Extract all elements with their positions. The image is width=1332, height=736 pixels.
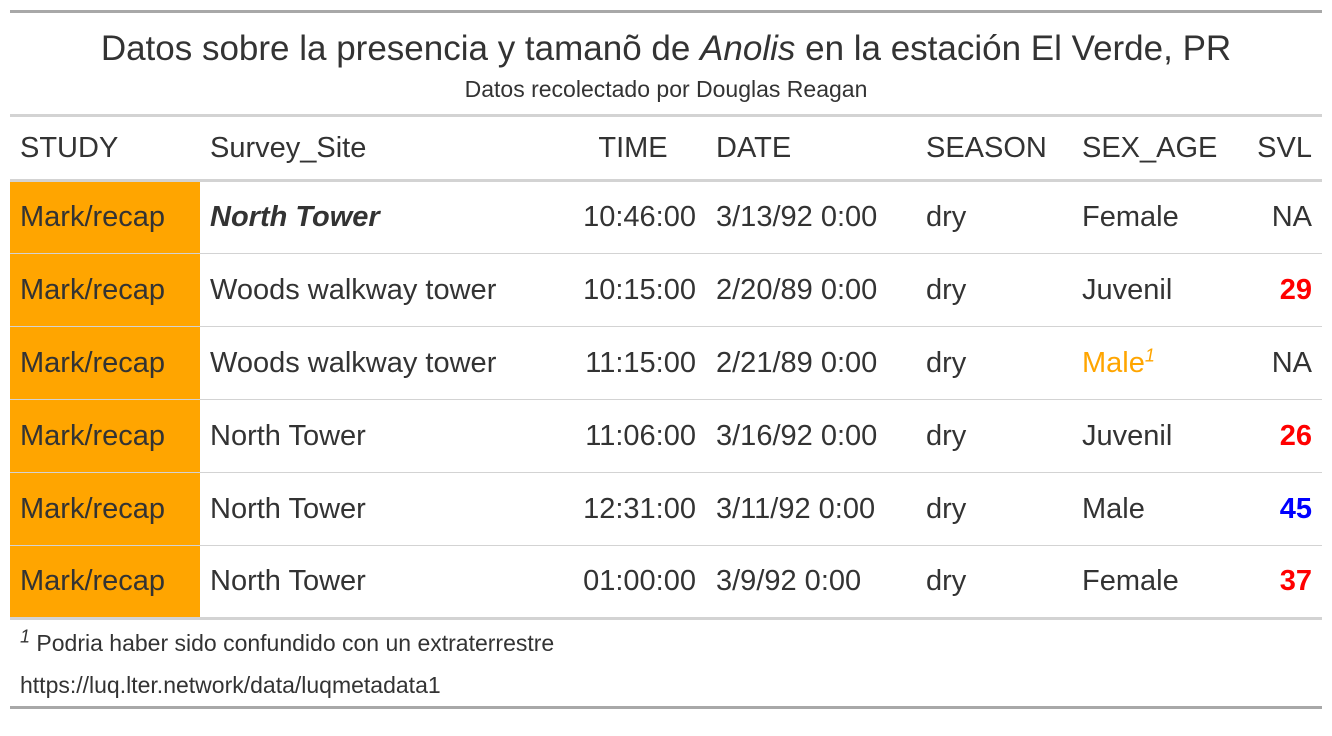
sex-age-value: Juvenil (1082, 273, 1173, 306)
cell-study: Mark/recap (10, 472, 200, 546)
cell-date: 3/9/92 0:00 (716, 565, 862, 597)
table-row: Mark/recap North Tower 12:31:00 3/11/92 … (10, 472, 1322, 546)
cell-season: dry (926, 273, 967, 306)
cell-season: dry (926, 346, 967, 379)
cell-time: 11:06:00 (585, 419, 696, 452)
col-header-date: DATE (716, 131, 792, 164)
top-rule (10, 10, 1322, 13)
cell-time: 10:15:00 (583, 273, 696, 306)
cell-sex-age: Female (1072, 181, 1244, 254)
table-subtitle: Datos recolectado por Douglas Reagan (464, 76, 868, 102)
table-title: Datos sobre la presencia y tamanõ de Ano… (10, 27, 1322, 71)
table-row: Mark/recap Woods walkway tower 11:15:00 … (10, 326, 1322, 400)
cell-survey-site: North Tower (210, 419, 366, 452)
cell-date: 2/20/89 0:00 (716, 273, 878, 306)
cell-season: dry (926, 565, 967, 597)
footnote-text: Podria haber sido confundido con un extr… (30, 630, 555, 656)
cell-study: Mark/recap (10, 399, 200, 473)
cell-svl: 26 (1279, 419, 1312, 452)
data-table: STUDY Survey_Site TIME DATE SEASON SEX_A… (10, 117, 1322, 620)
cell-svl: 45 (1279, 492, 1312, 525)
cell-survey-site: North Tower (210, 201, 380, 233)
bottom-rule (10, 706, 1322, 709)
cell-svl: 37 (1279, 565, 1312, 597)
table-row: Mark/recap Woods walkway tower 10:15:00 … (10, 253, 1322, 327)
cell-survey-site: North Tower (210, 565, 366, 597)
col-header-time: TIME (598, 131, 668, 164)
col-header-survey-site: Survey_Site (210, 131, 367, 164)
cell-date: 3/16/92 0:00 (716, 419, 878, 452)
cell-sex-age: Juvenil (1072, 400, 1244, 473)
header-row: STUDY Survey_Site TIME DATE SEASON SEX_A… (10, 117, 1322, 181)
cell-survey-site: Woods walkway tower (210, 346, 497, 379)
col-header-season: SEASON (926, 131, 1047, 164)
sex-age-value: Female (1082, 201, 1179, 233)
title-before: Datos sobre la presencia y tamanõ de (100, 29, 701, 68)
source-note: https://luq.lter.network/data/luqmetadat… (20, 672, 441, 698)
cell-study: Mark/recap (10, 326, 200, 400)
sex-age-value: Male (1082, 492, 1145, 525)
sex-age-value: Male (1082, 346, 1145, 379)
cell-svl: NA (1271, 346, 1312, 379)
sex-age-value: Female (1082, 565, 1179, 597)
cell-time: 12:31:00 (583, 492, 696, 525)
sex-age-value: Juvenil (1082, 419, 1173, 452)
col-header-sex-age: SEX_AGE (1082, 131, 1218, 164)
cell-survey-site: Woods walkway tower (210, 273, 497, 306)
title-italic: Anolis (700, 29, 796, 68)
cell-study: Mark/recap (10, 253, 200, 327)
cell-season: dry (926, 419, 967, 452)
cell-sex-age: Juvenil (1072, 254, 1244, 327)
cell-season: dry (926, 492, 967, 525)
cell-time: 10:46:00 (583, 201, 696, 233)
cell-sex-age: Female (1072, 546, 1244, 619)
cell-date: 2/21/89 0:00 (716, 346, 878, 379)
cell-season: dry (926, 201, 967, 233)
cell-survey-site: North Tower (210, 492, 366, 525)
cell-time: 01:00:00 (583, 565, 696, 597)
table-container: Datos sobre la presencia y tamanõ de Ano… (10, 10, 1322, 709)
col-header-study: STUDY (20, 131, 119, 164)
col-header-svl: SVL (1257, 131, 1312, 164)
cell-study: Mark/recap (10, 180, 200, 254)
footnote-mark: 1 (20, 626, 31, 647)
table-row: Mark/recap North Tower 01:00:00 3/9/92 0… (10, 545, 1322, 619)
table-body: Mark/recap North Tower 10:46:00 3/13/92 … (10, 180, 1322, 619)
cell-svl: 29 (1279, 273, 1312, 306)
title-after: en la estación El Verde, PR (795, 29, 1232, 68)
cell-sex-age: Male1 (1072, 327, 1244, 400)
cell-date: 3/13/92 0:00 (716, 201, 878, 233)
cell-study: Mark/recap (10, 545, 200, 619)
cell-date: 3/11/92 0:00 (716, 492, 876, 525)
table-row: Mark/recap North Tower 11:06:00 3/16/92 … (10, 399, 1322, 473)
table-row: Mark/recap North Tower 10:46:00 3/13/92 … (10, 180, 1322, 254)
cell-time: 11:15:00 (585, 346, 696, 379)
cell-sex-age: Male (1072, 473, 1244, 546)
footnote: 1 Podria haber sido confundido con un ex… (10, 622, 1322, 664)
footnote-marker: 1 (1144, 344, 1155, 365)
cell-svl: NA (1271, 201, 1312, 233)
